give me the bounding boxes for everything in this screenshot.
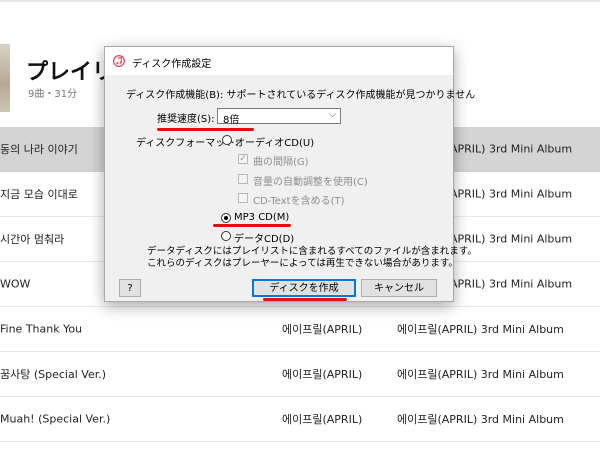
track-album: APRIL) 3rd Mini Album [450,187,573,201]
chevron-down-icon: ⌵ [329,110,336,120]
track-row[interactable]: Fine Thank You 에이프릴(APRIL) 에이프릴(APRIL) 3… [0,307,600,352]
cdtext-label: CD-Textを含める(T) [253,196,345,207]
burn-settings-dialog: ディスク作成設定 ディスク作成機能(B): サポートされているディスク作成機能が… [104,46,477,302]
track-album: 에이프릴(APRIL) 3rd Mini Album [397,323,564,336]
playlist-subtitle: 9曲・31分 [28,89,78,100]
create-disc-button[interactable]: ディスクを作成 [252,279,356,297]
burner-info: ディスク作成機能(B): サポートされているディスク作成機能が見つかりません [126,90,476,101]
track-album: 에이프릴(APRIL) 3rd Mini Album [397,413,564,426]
dialog-titlebar[interactable]: ディスク作成設定 [105,47,453,75]
annotation-underline [213,224,291,227]
track-album: APRIL) 3rd Mini Album [450,142,573,156]
gap-checkbox[interactable]: ✓ [238,154,248,164]
volume-label: 音量の自動調整を使用(C) [253,177,368,188]
track-title: 동의 나라 이야기 [0,143,78,156]
cancel-button[interactable]: キャンセル [361,279,437,297]
speed-label: 推奨速度(S): [157,114,215,125]
playlist-artwork[interactable] [0,44,10,112]
volume-checkbox[interactable] [238,174,248,184]
dialog-title: ディスク作成設定 [132,59,212,70]
audio-cd-radio[interactable] [222,135,232,145]
track-album: APRIL) 3rd Mini Album [450,277,573,291]
track-title: Fine Thank You [0,322,83,336]
speed-value: 8倍 [223,115,240,126]
track-title: 지금 모습 이대로 [0,188,78,201]
mp3-cd-radio[interactable] [221,213,231,223]
track-title: 꿈사탕 (Special Ver.) [0,368,107,381]
track-album: 에이프릴(APRIL) 3rd Mini Album [397,368,564,381]
annotation-underline [263,298,347,301]
track-title: Muah! (Special Ver.) [0,412,111,426]
track-artist: 에이프릴(APRIL) [282,323,363,336]
top-divider [0,0,600,2]
itunes-icon [113,55,125,67]
audio-cd-label[interactable]: オーディオCD(U) [235,134,314,149]
track-title: WOW [0,277,31,291]
data-cd-radio[interactable] [221,231,231,241]
track-artist: 에이프릴(APRIL) [282,368,363,381]
track-title: 시간아 멈춰라 [0,233,65,246]
gap-label: 曲の間隔(G) [253,157,309,168]
track-row[interactable]: Muah! (Special Ver.) 에이프릴(APRIL) 에이프릴(AP… [0,397,600,442]
cdtext-checkbox[interactable] [238,193,248,203]
track-artist: 에이프릴(APRIL) [282,413,363,426]
speed-select[interactable]: 8倍 ⌵ [217,108,341,126]
track-row[interactable]: 꿈사탕 (Special Ver.) 에이프릴(APRIL) 에이프릴(APRI… [0,352,600,397]
help-button[interactable]: ? [119,279,141,297]
annotation-underline [157,128,254,131]
mp3-cd-label[interactable]: MP3 CD(M) [234,212,289,223]
data-disc-note-2: これらのディスクはプレーヤーによっては再生できない場合があります。 [147,258,458,269]
